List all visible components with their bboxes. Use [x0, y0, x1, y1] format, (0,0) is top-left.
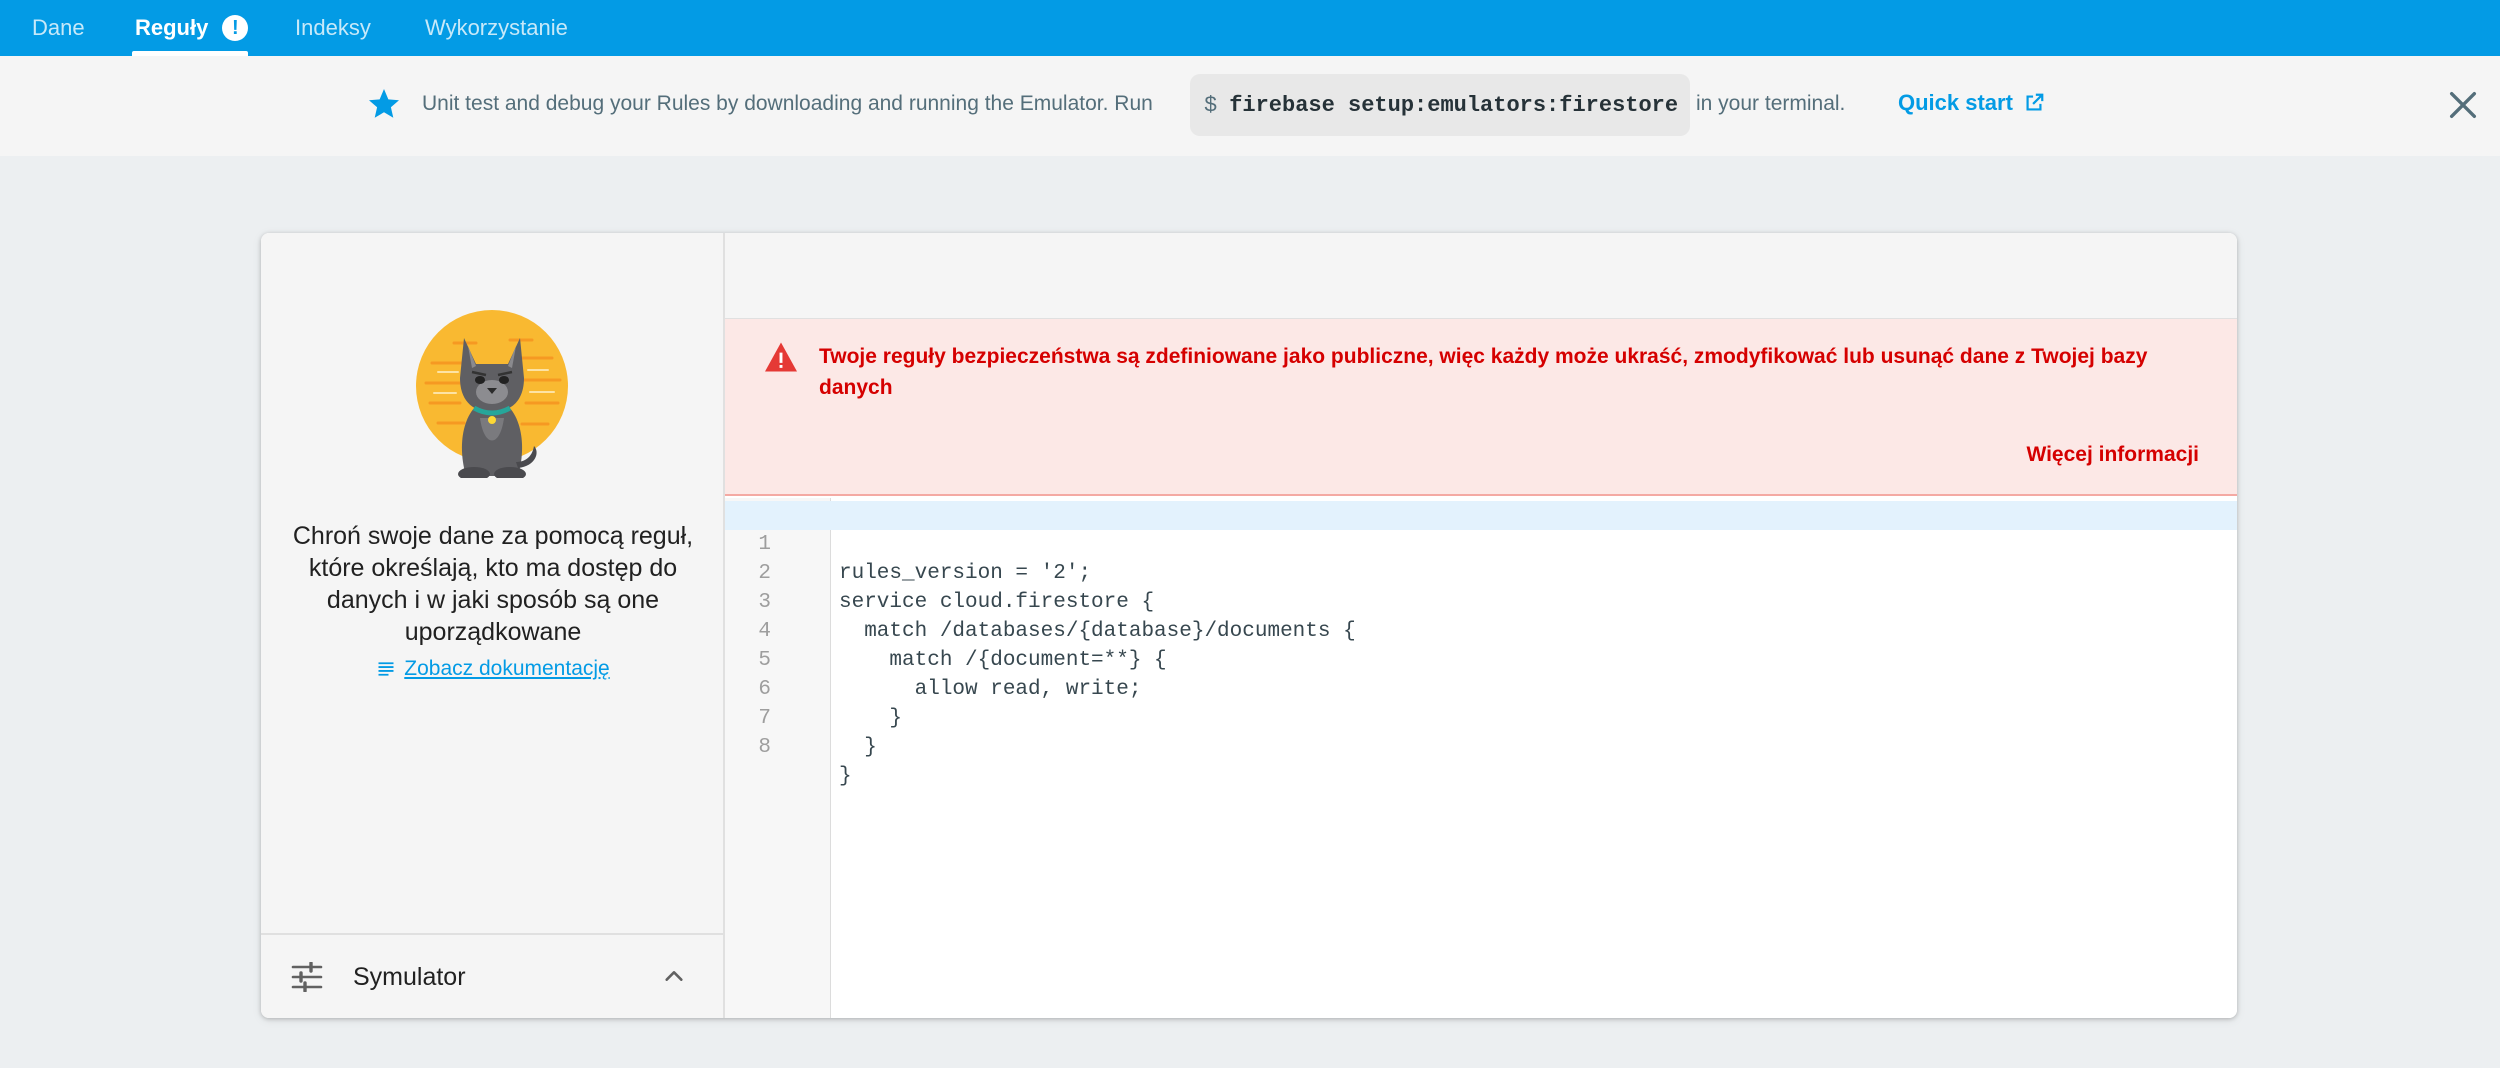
code-line: 7 }	[725, 675, 2237, 759]
open-in-new-icon	[2026, 93, 2044, 111]
simulator-toggle[interactable]: Symulator	[261, 933, 725, 1018]
rules-code-editor[interactable]: 1 rules_version = '2'; 2 service cloud.f…	[725, 498, 2237, 1018]
warning-text: Twoje reguły bezpieczeństwa są zdefiniow…	[819, 345, 2148, 399]
code-line: 3 match /databases/{database}/documents …	[725, 559, 2237, 643]
rules-info-panel: Chroń swoje dane za pomocą reguł, które …	[261, 233, 725, 1018]
editor-toolbar	[725, 233, 2237, 319]
tab-dane[interactable]: Dane	[32, 0, 85, 56]
docs-icon	[378, 662, 394, 676]
rules-description: Chroń swoje dane za pomocą reguł, które …	[292, 522, 694, 646]
line-number: 8	[758, 736, 771, 759]
code-line: 5 allow read, write;	[725, 617, 2237, 701]
quick-start-label: Quick start	[1898, 90, 2013, 115]
rules-card: Chroń swoje dane za pomocą reguł, które …	[261, 233, 2237, 1018]
code-text: }	[839, 765, 852, 788]
warning-icon	[765, 342, 797, 372]
code-line: 1 rules_version = '2';	[725, 501, 2237, 585]
tab-indeksy[interactable]: Indeksy	[295, 0, 371, 56]
code-text: }	[839, 736, 877, 759]
emulator-banner: Unit test and debug your Rules by downlo…	[0, 56, 2500, 156]
code-line: 4 match /{document=**} {	[725, 588, 2237, 672]
code-line: 2 service cloud.firestore {	[725, 530, 2237, 614]
tab-dane-label: Dane	[32, 15, 85, 40]
tab-indeksy-label: Indeksy	[295, 15, 371, 40]
tab-reguly[interactable]: Reguły !	[135, 0, 249, 56]
simulator-label: Symulator	[353, 963, 466, 991]
tab-wykorzystanie-label: Wykorzystanie	[425, 15, 568, 40]
prompt-dollar: $	[1204, 92, 1218, 118]
tab-reguly-label: Reguły	[135, 15, 209, 40]
banner-text-before: Unit test and debug your Rules by downlo…	[422, 92, 1153, 115]
cat-mascot-illustration	[416, 310, 568, 478]
emulator-command-chip: $ firebase setup:emulators:firestore	[1190, 74, 1690, 136]
quick-start-link[interactable]: Quick start	[1898, 90, 2045, 116]
rules-editor-panel: Twoje reguły bezpieczeństwa są zdefiniow…	[725, 233, 2237, 1018]
code-line: 6 }	[725, 646, 2237, 730]
tab-wykorzystanie[interactable]: Wykorzystanie	[425, 0, 568, 56]
more-info-link[interactable]: Więcej informacji	[2026, 443, 2199, 467]
code-line: 8 }	[725, 704, 2237, 788]
docs-link-label: Zobacz dokumentację	[404, 657, 610, 680]
banner-text-after: in your terminal.	[1696, 92, 1846, 115]
chevron-up-icon	[665, 971, 683, 981]
public-rules-warning: Twoje reguły bezpieczeństwa są zdefiniow…	[725, 319, 2237, 496]
docs-link[interactable]: Zobacz dokumentację	[261, 657, 725, 681]
alert-icon: !	[222, 15, 249, 41]
tune-icon	[291, 962, 323, 992]
emulator-command: firebase setup:emulators:firestore	[1229, 92, 1679, 118]
top-tab-bar: Dane Reguły ! Indeksy Wykorzystanie	[0, 0, 2500, 56]
star-icon	[369, 89, 399, 118]
close-icon[interactable]	[2446, 88, 2480, 122]
